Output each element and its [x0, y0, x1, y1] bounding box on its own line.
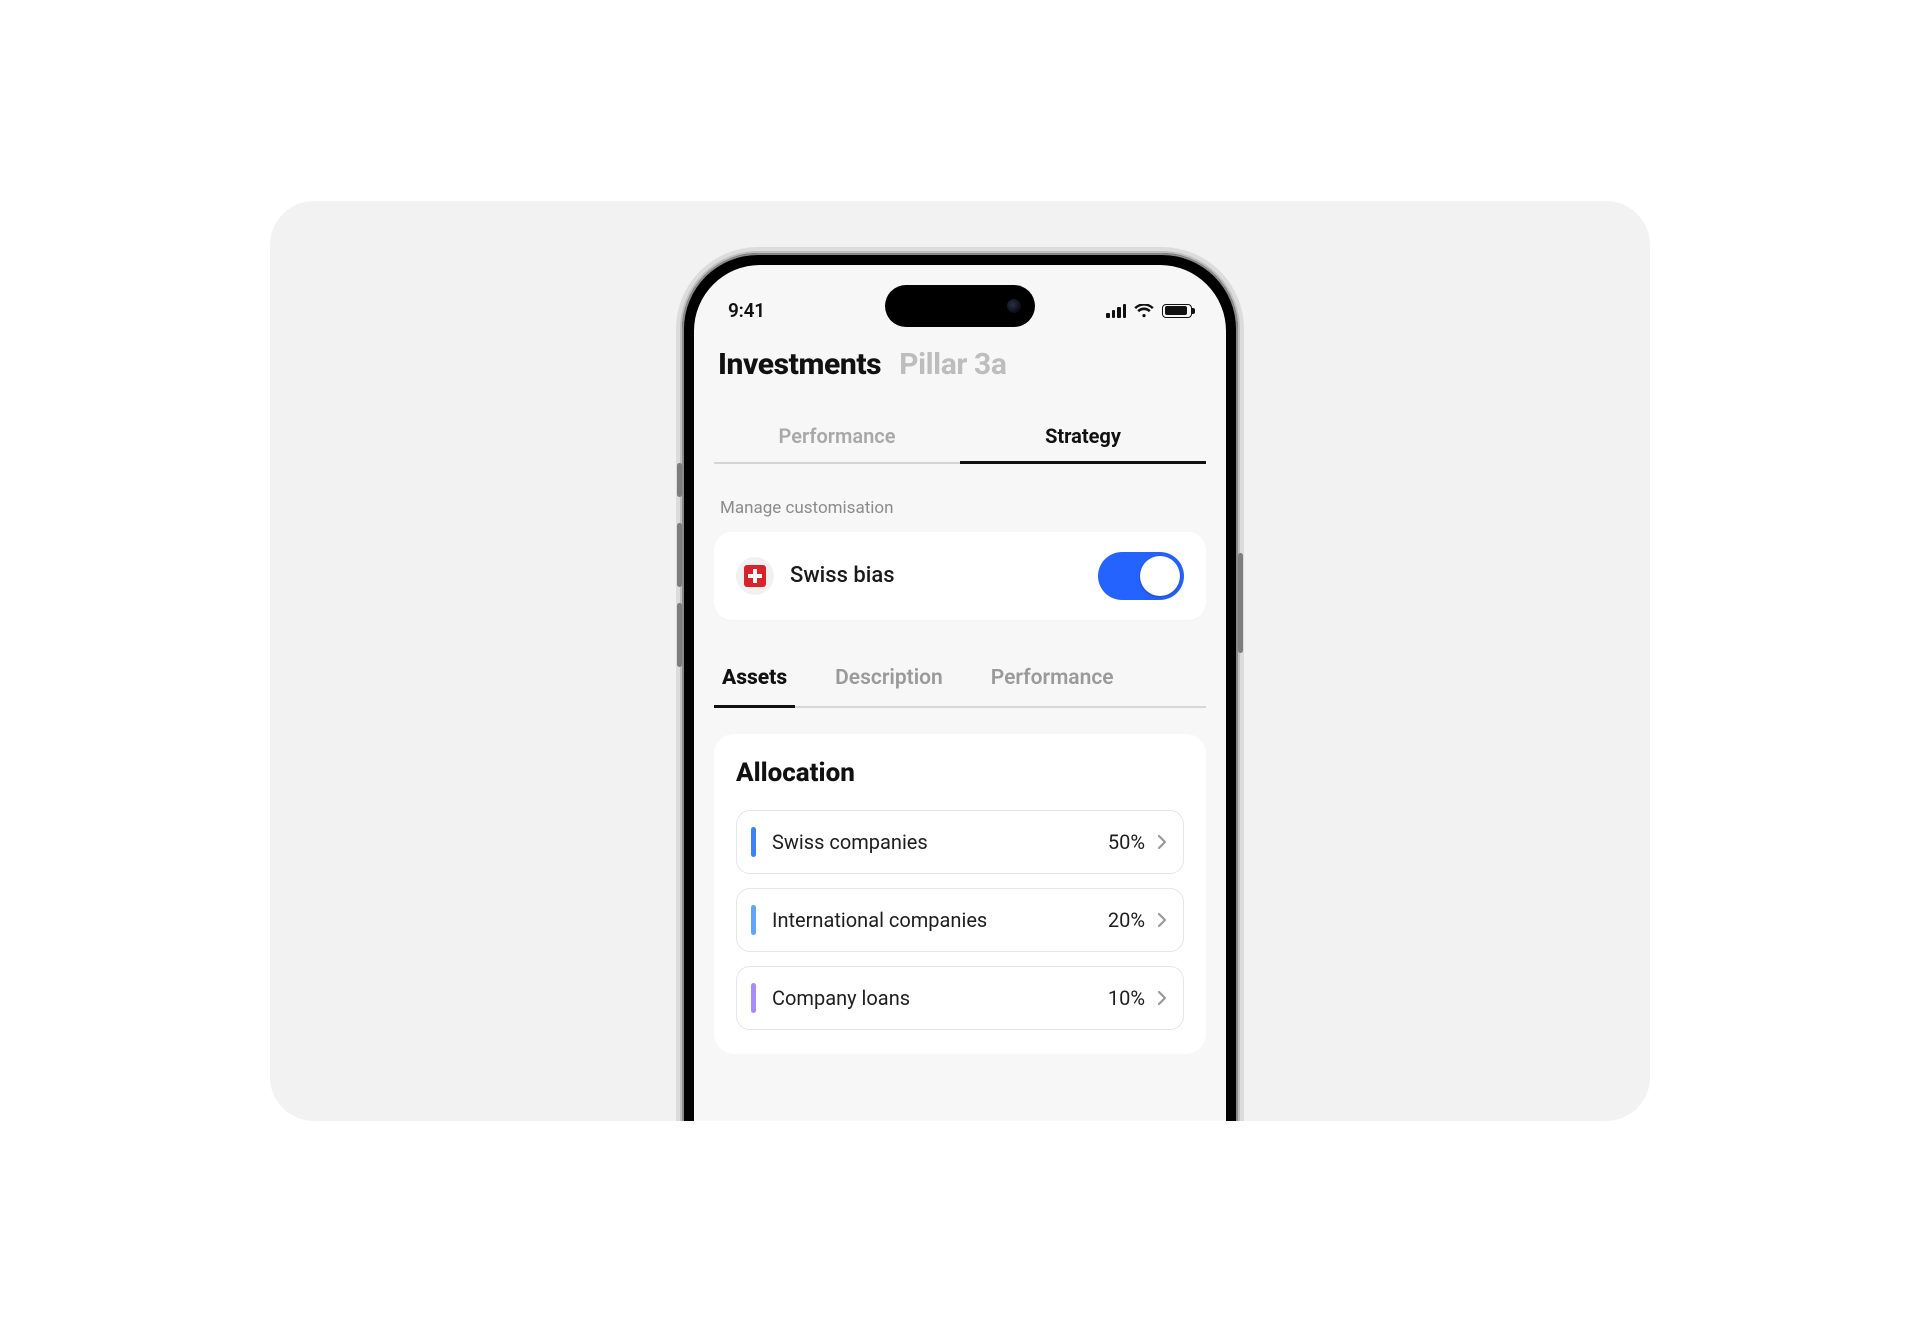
strategy-sub-tabs: Assets Description Performance [714, 656, 1206, 708]
allocation-row-company-loans[interactable]: Company loans 10% [736, 966, 1184, 1030]
tab-performance[interactable]: Performance [714, 412, 960, 462]
sub-tab-description[interactable]: Description [831, 656, 947, 706]
allocation-percent: 20% [1108, 908, 1145, 932]
phone-screen: 9:41 [694, 265, 1226, 1121]
allocation-percent: 50% [1108, 830, 1145, 854]
allocation-color-bar [751, 827, 756, 857]
header-tab-investments[interactable]: Investments [718, 347, 881, 382]
phone-side-button [677, 523, 682, 587]
chevron-right-icon [1157, 912, 1167, 928]
product-showcase-stage: 9:41 [270, 201, 1650, 1121]
app-content: Investments Pillar 3a Performance Strate… [694, 347, 1226, 1121]
phone-side-button [677, 603, 682, 667]
allocation-title: Allocation [736, 758, 1184, 788]
allocation-name: Swiss companies [772, 830, 928, 854]
manage-customisation-label: Manage customisation [714, 498, 1206, 518]
chevron-right-icon [1157, 990, 1167, 1006]
cellular-signal-icon [1106, 304, 1126, 318]
phone-side-button [677, 463, 682, 497]
swiss-bias-card: Swiss bias [714, 532, 1206, 620]
allocation-percent: 10% [1108, 986, 1145, 1010]
battery-icon [1162, 304, 1192, 318]
top-tabs: Performance Strategy [714, 412, 1206, 464]
header-tab-pillar3a[interactable]: Pillar 3a [899, 347, 1006, 382]
allocation-row-international-companies[interactable]: International companies 20% [736, 888, 1184, 952]
allocation-card: Allocation Swiss companies 50% [714, 734, 1206, 1054]
phone-side-button [1238, 553, 1243, 653]
swiss-flag-icon [736, 557, 774, 595]
phone-frame: 9:41 [680, 251, 1240, 1121]
allocation-color-bar [751, 983, 756, 1013]
allocation-color-bar [751, 905, 756, 935]
status-right [1106, 304, 1192, 318]
sub-tab-performance[interactable]: Performance [987, 656, 1118, 706]
sub-tab-assets[interactable]: Assets [718, 656, 791, 706]
allocation-name: International companies [772, 908, 987, 932]
wifi-icon [1134, 304, 1154, 318]
swiss-bias-label: Swiss bias [790, 563, 895, 588]
swiss-bias-toggle[interactable] [1098, 552, 1184, 600]
allocation-name: Company loans [772, 986, 910, 1010]
dynamic-island [885, 285, 1035, 327]
tab-strategy[interactable]: Strategy [960, 412, 1206, 462]
status-time: 9:41 [728, 299, 765, 322]
allocation-row-swiss-companies[interactable]: Swiss companies 50% [736, 810, 1184, 874]
header-title-tabs: Investments Pillar 3a [714, 347, 1206, 382]
chevron-right-icon [1157, 834, 1167, 850]
